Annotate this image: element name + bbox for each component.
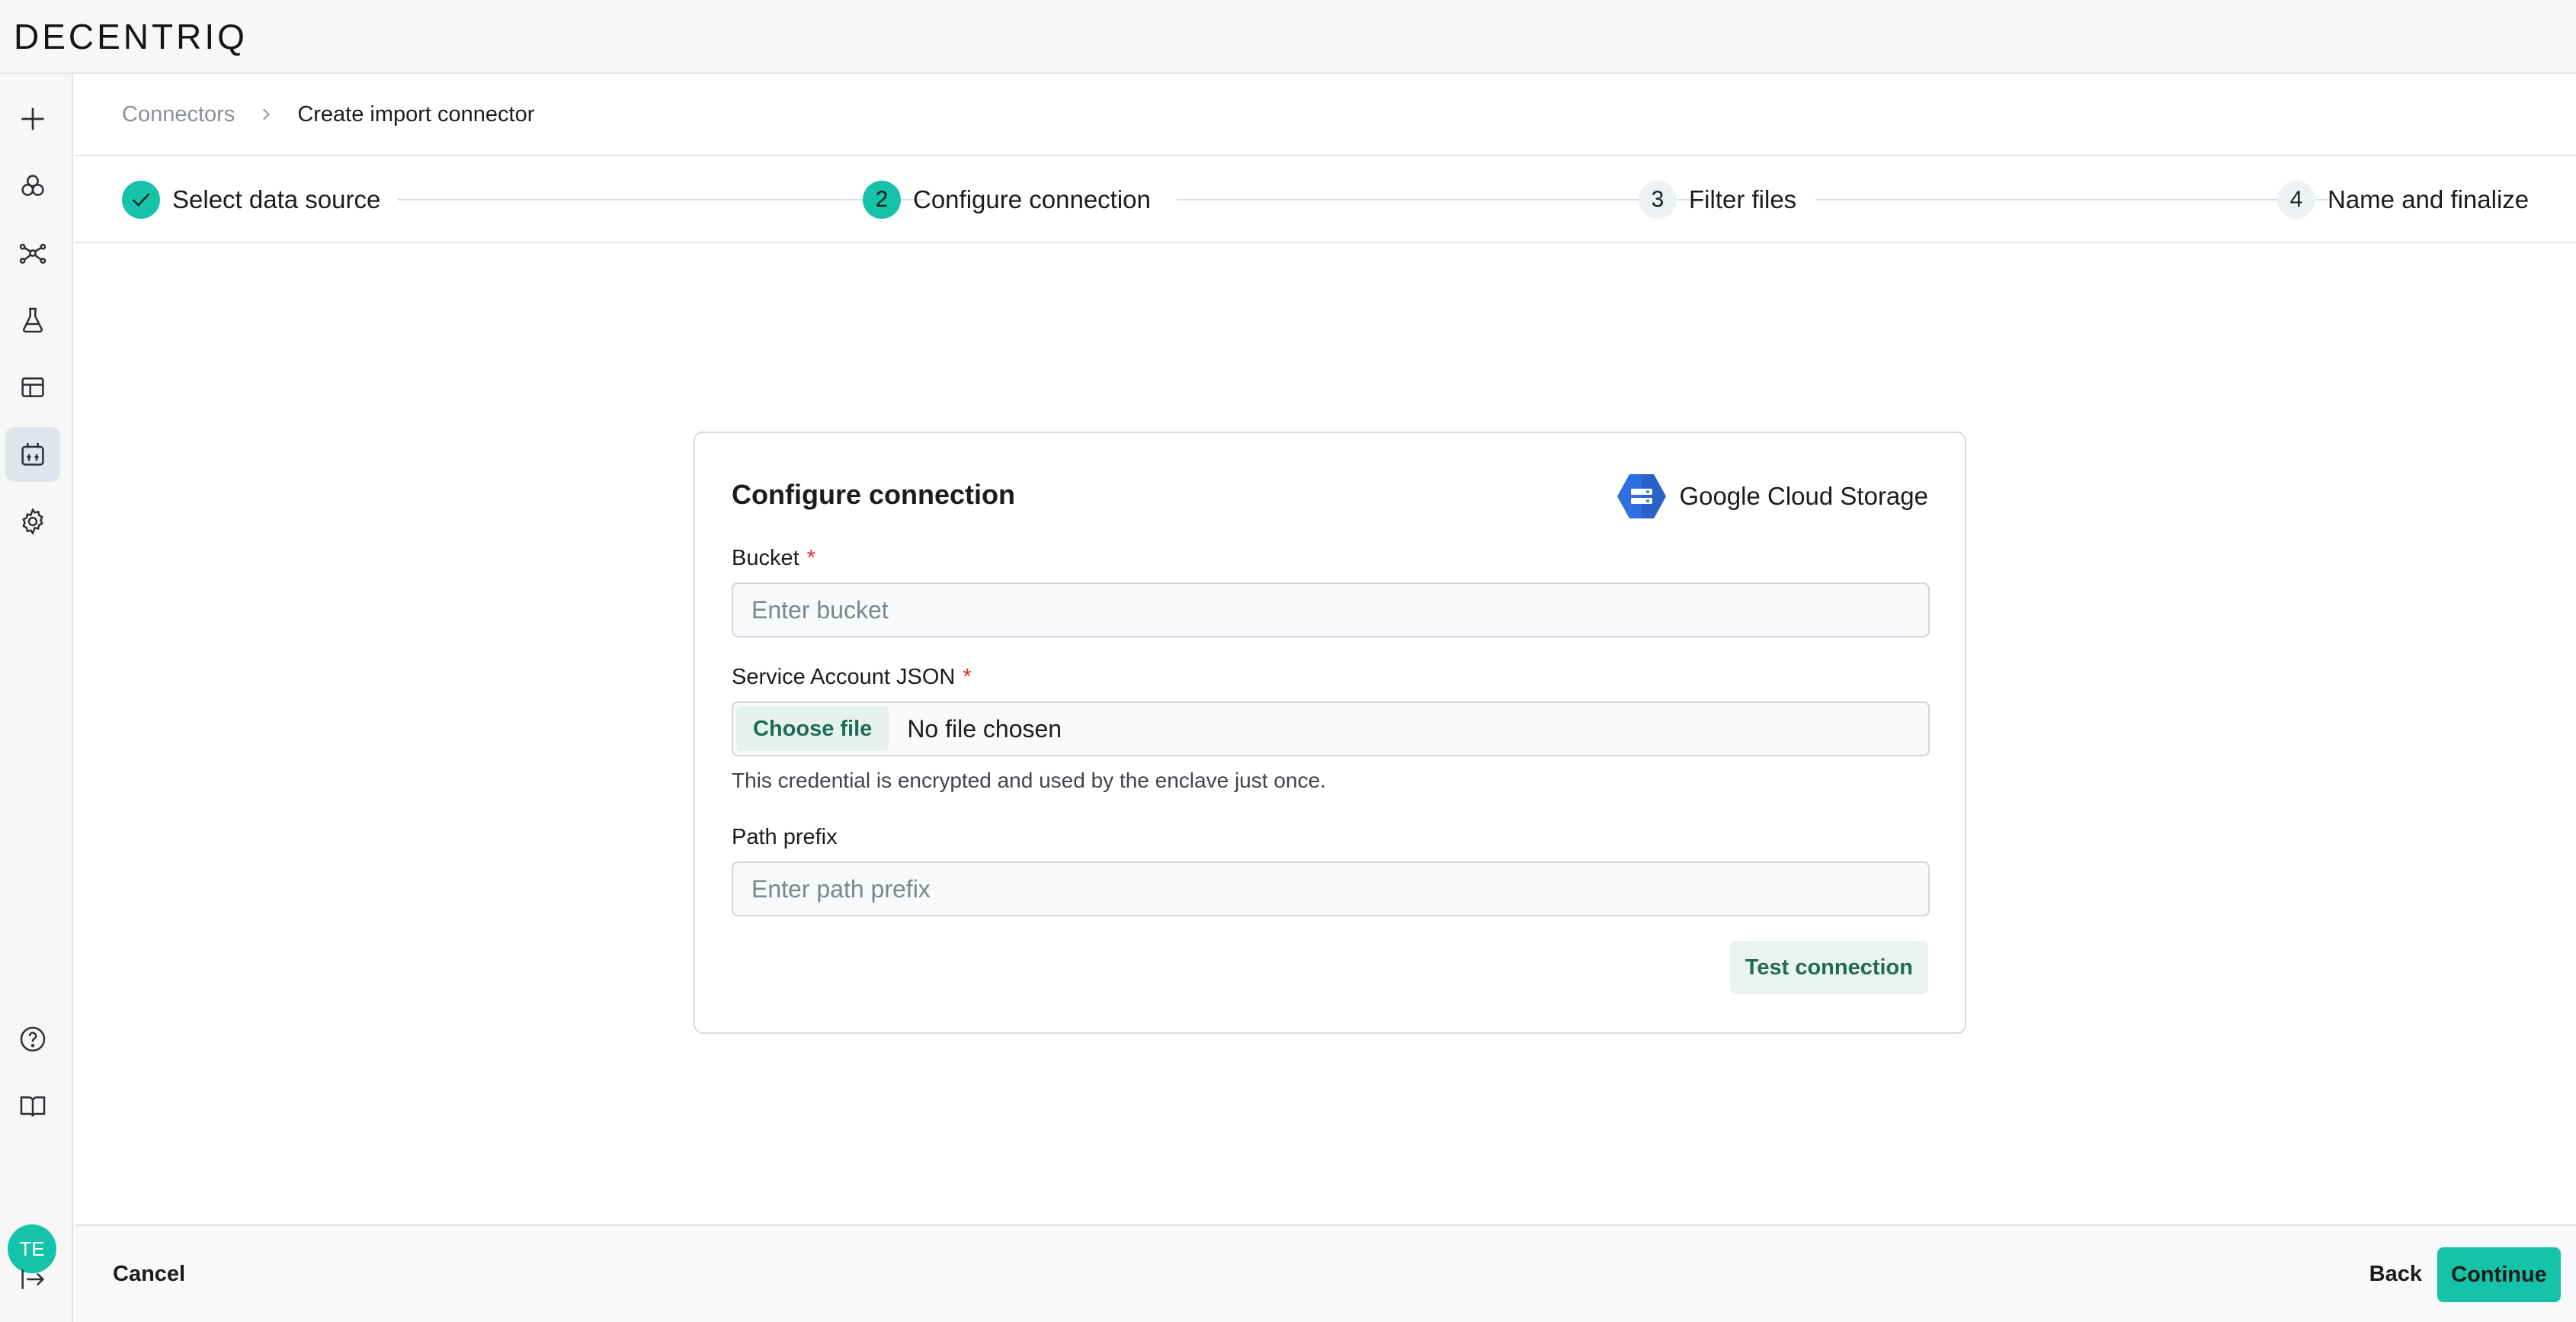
step-number: 2: [863, 181, 901, 219]
step-select-data-source[interactable]: Select data source: [122, 179, 380, 220]
step-label: Name and finalize: [2328, 185, 2530, 213]
footer-bar: Cancel Back Continue: [75, 1224, 2576, 1322]
top-bar: DECENTRIQ: [0, 0, 2576, 74]
step-connector-line: [1815, 199, 2338, 201]
connectors-icon[interactable]: [5, 427, 60, 482]
step-number: 3: [1639, 181, 1677, 219]
provider-badge: Google Cloud Storage: [1616, 473, 1928, 520]
back-button[interactable]: Back: [2369, 1250, 2422, 1298]
table-icon[interactable]: [5, 360, 60, 415]
breadcrumb-connectors-link[interactable]: Connectors: [122, 102, 235, 127]
google-cloud-storage-icon: [1617, 474, 1667, 518]
card-title: Configure connection: [732, 479, 1015, 510]
stepper: Select data source 2 Configure connectio…: [75, 156, 2576, 243]
app-logo[interactable]: DECENTRIQ: [14, 15, 248, 58]
step-filter-files[interactable]: 3 Filter files: [1639, 179, 1796, 220]
network-icon[interactable]: [5, 226, 60, 281]
service-account-label: Service Account JSON *: [732, 665, 972, 690]
help-icon[interactable]: [5, 1012, 60, 1067]
provider-name: Google Cloud Storage: [1679, 482, 1928, 510]
breadcrumb: Connectors Create import connector: [75, 74, 2576, 156]
step-connector-line: [398, 199, 925, 201]
bucket-label-text: Bucket: [732, 546, 799, 570]
path-prefix-label: Path prefix: [732, 825, 838, 849]
required-marker: *: [963, 665, 972, 689]
gear-icon[interactable]: [5, 494, 60, 549]
breadcrumb-current: Create import connector: [297, 101, 535, 127]
data-clean-rooms-icon[interactable]: [5, 159, 60, 213]
configure-connection-card: Configure connection Google Cloud Storag…: [694, 432, 1966, 1034]
docs-book-icon[interactable]: [5, 1079, 60, 1134]
required-marker: *: [806, 546, 815, 570]
chevron-right-icon: [258, 106, 274, 123]
service-account-label-text: Service Account JSON: [732, 665, 956, 689]
lab-flask-icon[interactable]: [5, 293, 60, 348]
bucket-input[interactable]: Enter bucket: [732, 582, 1930, 637]
step-label: Filter files: [1689, 185, 1797, 213]
path-prefix-input[interactable]: Enter path prefix: [732, 862, 1930, 916]
check-icon: [122, 181, 160, 219]
collapse-sidebar-icon[interactable]: [5, 1252, 60, 1307]
bucket-label: Bucket *: [732, 546, 815, 571]
service-account-file-input[interactable]: Choose file No file chosen: [732, 701, 1930, 756]
path-prefix-placeholder: Enter path prefix: [751, 874, 931, 903]
cancel-button[interactable]: Cancel: [113, 1250, 185, 1298]
step-configure-connection[interactable]: 2 Configure connection: [863, 179, 1151, 220]
step-connector-line: [1177, 199, 1700, 201]
step-number: 4: [2277, 181, 2315, 219]
step-label: Configure connection: [913, 185, 1151, 213]
file-status: No file chosen: [907, 714, 1062, 743]
plus-icon[interactable]: [5, 91, 60, 146]
credential-helper-text: This credential is encrypted and used by…: [732, 768, 1326, 792]
test-connection-button[interactable]: Test connection: [1729, 941, 1928, 994]
choose-file-button[interactable]: Choose file: [736, 707, 889, 751]
step-name-and-finalize[interactable]: 4 Name and finalize: [2277, 179, 2529, 220]
bucket-placeholder: Enter bucket: [751, 595, 889, 624]
step-label: Select data source: [172, 185, 381, 213]
continue-button[interactable]: Continue: [2437, 1247, 2561, 1302]
sidebar: TE: [0, 74, 73, 1322]
